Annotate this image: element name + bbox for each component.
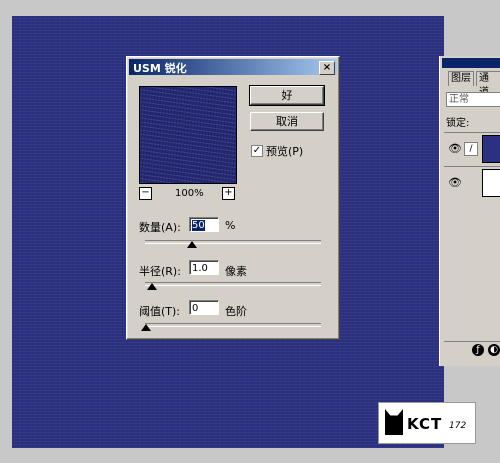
watermark-text: KCT (407, 415, 443, 433)
preview-label: 预览(P) (266, 145, 304, 158)
amount-label: 数量(A): (139, 221, 181, 234)
radius-slider-thumb[interactable] (147, 283, 157, 290)
zoom-out-button[interactable]: − (139, 187, 152, 200)
zoom-in-button[interactable]: + (222, 187, 235, 200)
threshold-unit: 色阶 (225, 305, 247, 318)
cancel-button[interactable]: 取消 (250, 112, 324, 131)
radius-slider-track[interactable] (145, 282, 321, 286)
radius-unit: 像素 (225, 265, 247, 278)
layer-thumbnail (482, 135, 500, 163)
dialog-titlebar[interactable]: USM 锐化 × (129, 59, 337, 75)
threshold-label: 阈值(T): (139, 305, 181, 318)
preview-image[interactable] (139, 86, 237, 184)
tab-layers[interactable]: 图层 (448, 71, 474, 86)
dialog-title: USM 锐化 (133, 62, 187, 75)
watermark-logo: KCT 172 (378, 402, 476, 444)
lock-label: 锁定: (446, 118, 470, 129)
amount-unit: % (225, 219, 236, 232)
amount-input[interactable]: 50 (189, 217, 219, 232)
brush-icon: / (464, 142, 478, 156)
cat-icon (385, 409, 403, 435)
watermark-number: 172 (449, 421, 467, 431)
preview-checkbox[interactable]: ✓ (251, 145, 263, 157)
blend-mode-select[interactable]: 正常 (446, 92, 500, 107)
layers-palette: 图层 通道 正常 锁定: 👁 / 👁 ƒ ◐ (439, 56, 500, 366)
close-button[interactable]: × (319, 61, 335, 75)
zoom-level: 100% (175, 188, 204, 199)
eye-icon[interactable]: 👁 (448, 142, 462, 155)
layer-style-icon[interactable]: ƒ (472, 344, 484, 356)
amount-slider-thumb[interactable] (187, 241, 197, 248)
threshold-slider-thumb[interactable] (141, 324, 151, 331)
tab-channels[interactable]: 通道 (476, 71, 500, 98)
radius-label: 半径(R): (139, 265, 181, 278)
layer-thumbnail (482, 169, 500, 197)
threshold-input[interactable]: 0 (189, 300, 219, 315)
ok-button[interactable]: 好 (249, 85, 325, 106)
layer-row[interactable]: 👁 (444, 166, 500, 199)
threshold-slider-track[interactable] (145, 323, 321, 327)
amount-slider-track[interactable] (145, 240, 321, 244)
layer-row[interactable]: 👁 / (444, 132, 500, 165)
radius-input[interactable]: 1.0 (189, 260, 219, 275)
adjustment-layer-icon[interactable]: ◐ (488, 344, 500, 356)
unsharp-mask-dialog: USM 锐化 × − 100% + 好 取消 ✓ 预览(P) 数量(A): 50… (126, 56, 340, 340)
palette-bottom-bar: ƒ ◐ (444, 341, 500, 358)
palette-titlebar[interactable] (442, 58, 500, 68)
eye-icon[interactable]: 👁 (448, 176, 462, 189)
